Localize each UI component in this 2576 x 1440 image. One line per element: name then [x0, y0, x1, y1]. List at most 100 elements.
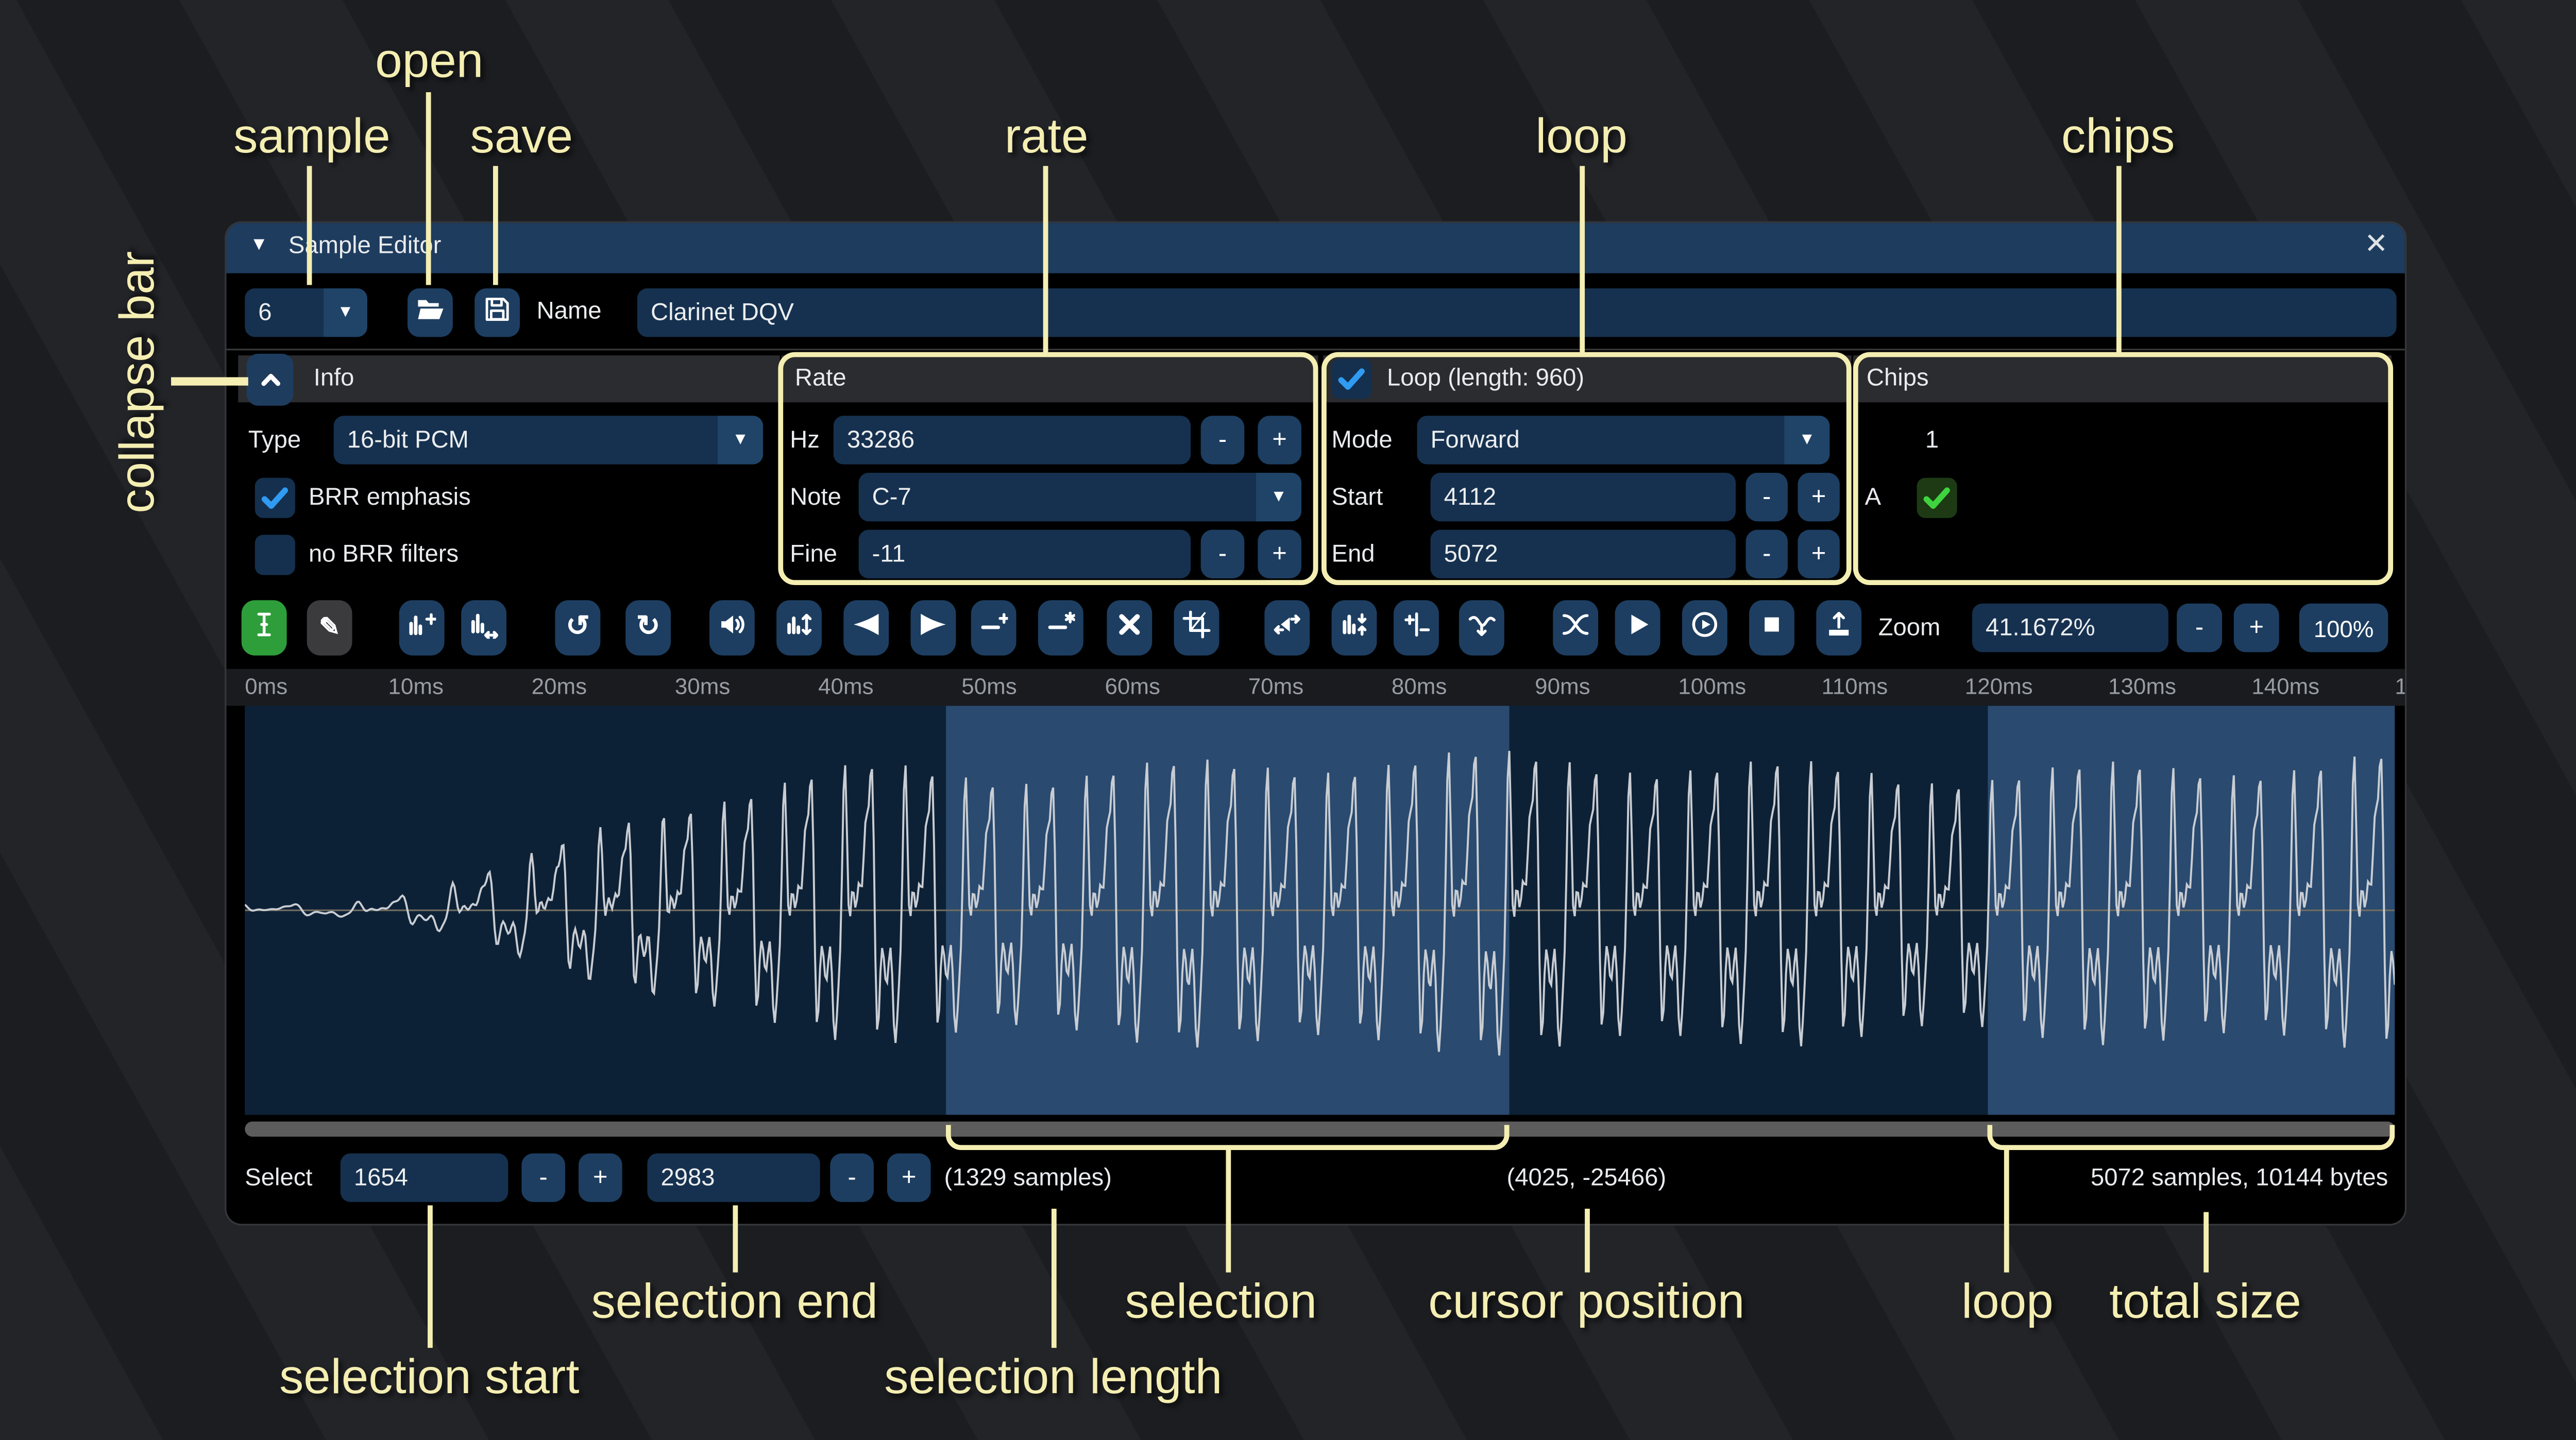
ruler-tick-label: 10ms [388, 674, 443, 699]
plus-icon: + [1272, 426, 1287, 454]
chip-enable-checkbox[interactable] [1917, 477, 1957, 517]
screenshot-stage: ▼ Sample Editor ✕ 6 ▼ Name Info [0, 0, 2576, 1440]
preview-selection-button[interactable] [1682, 600, 1727, 655]
zoom-out-button[interactable]: - [2177, 604, 2222, 652]
selection-end-minus-button[interactable]: - [830, 1154, 874, 1202]
chevron-down-icon[interactable]: ▼ [324, 288, 367, 337]
chevron-down-icon[interactable]: ▼ [718, 416, 763, 464]
zoom-reset-button[interactable]: 100% [2299, 604, 2388, 652]
redo-button[interactable]: ↻ [625, 600, 671, 655]
loop-start-plus-button[interactable]: + [1798, 473, 1839, 521]
minus-icon: - [1762, 540, 1771, 568]
loop-start-minus-button[interactable]: - [1746, 473, 1788, 521]
loop-mode-dropdown[interactable]: Forward ▼ [1417, 416, 1830, 464]
open-sample-button[interactable] [408, 288, 453, 337]
amplify-button[interactable] [709, 600, 755, 655]
wave-plus-icon [408, 609, 436, 646]
collapse-bar-button[interactable] [246, 354, 293, 406]
save-sample-button[interactable] [474, 288, 520, 337]
zoom-label: Zoom [1878, 614, 1941, 641]
hz-input[interactable] [834, 416, 1191, 464]
close-icon[interactable]: ✕ [2364, 228, 2388, 262]
zoom-input[interactable] [1972, 604, 2168, 652]
annotation-chips-label: chips [2061, 111, 2175, 166]
sample-editor-window: ▼ Sample Editor ✕ 6 ▼ Name Info [226, 223, 2404, 1224]
selection-start-plus-button[interactable]: + [579, 1154, 622, 1202]
type-dropdown[interactable]: 16-bit PCM ▼ [334, 416, 763, 464]
plus-icon: + [1811, 540, 1826, 568]
export-button[interactable] [1816, 600, 1861, 655]
resize-button[interactable] [399, 600, 445, 655]
apply-silence-button[interactable] [1038, 600, 1083, 655]
note-dropdown[interactable]: C-7 ▼ [859, 473, 1301, 521]
waveform-display[interactable] [245, 706, 2395, 1115]
crossfade-button[interactable] [1553, 600, 1598, 655]
plus-icon: + [902, 1163, 917, 1192]
edit-mode-draw-button[interactable]: ✎ [307, 600, 352, 655]
fine-minus-button[interactable]: - [1201, 530, 1245, 578]
loop-start-input[interactable] [1431, 473, 1736, 521]
normalize-button[interactable] [776, 600, 822, 655]
annotation-total-size-label: total size [2109, 1276, 2301, 1331]
loop-end-input[interactable] [1431, 530, 1736, 578]
loop-header-label: Loop (length: 960) [1387, 366, 1584, 392]
resample-button[interactable] [461, 600, 506, 655]
minus-icon: - [1218, 426, 1227, 454]
minus-icon: - [1218, 540, 1227, 568]
insert-silence-button[interactable] [971, 600, 1016, 655]
loop-start-label: Start [1332, 484, 1383, 510]
loop-enabled-checkbox[interactable] [1332, 359, 1372, 399]
waveform-scrollbar[interactable] [245, 1122, 2395, 1137]
stop-button[interactable] [1749, 600, 1794, 655]
fade-out-button[interactable] [911, 600, 956, 655]
delete-button[interactable] [1107, 600, 1152, 655]
loop-end-plus-button[interactable]: + [1798, 530, 1839, 578]
pencil-icon: ✎ [319, 613, 340, 643]
annotation-loop-label: loop [1535, 111, 1627, 166]
sample-name-input[interactable] [637, 288, 2397, 337]
hz-plus-button[interactable]: + [1258, 416, 1301, 464]
window-titlebar[interactable]: ▼ Sample Editor ✕ [226, 223, 2404, 273]
ruler-tick-label: 130ms [2108, 674, 2176, 699]
selection-start-minus-button[interactable]: - [521, 1154, 565, 1202]
total-size-status: 5072 samples, 10144 bytes [1904, 1164, 2388, 1191]
ruler-tick-label: 50ms [961, 674, 1016, 699]
fade-in-button[interactable] [843, 600, 889, 655]
window-collapse-icon[interactable]: ▼ [250, 235, 268, 255]
selection-end-plus-button[interactable]: + [887, 1154, 931, 1202]
hz-minus-button[interactable]: - [1201, 416, 1245, 464]
fade-in-icon [852, 609, 880, 646]
invert-button[interactable] [1332, 600, 1377, 655]
signed-unsigned-button[interactable] [1394, 600, 1439, 655]
play-circle-icon [1690, 609, 1719, 646]
fine-label: Fine [790, 541, 837, 568]
preview-button[interactable] [1615, 600, 1660, 655]
loop-end-minus-button[interactable]: - [1746, 530, 1788, 578]
reverse-button[interactable] [1264, 600, 1310, 655]
brr-emphasis-checkbox[interactable] [255, 477, 295, 517]
no-brr-filters-checkbox[interactable] [255, 534, 295, 574]
select-label: Select [245, 1164, 312, 1191]
ruler-tick-label: 110ms [1822, 674, 1888, 699]
chevron-down-icon[interactable]: ▼ [1784, 416, 1829, 464]
hz-label: Hz [790, 426, 820, 453]
minus-icon: - [848, 1163, 856, 1192]
trim-button[interactable] [1174, 600, 1219, 655]
fine-plus-button[interactable]: + [1258, 530, 1301, 578]
fine-input[interactable] [859, 530, 1191, 578]
plus-icon: + [593, 1163, 608, 1192]
ruler-tick-label: 40ms [818, 674, 873, 699]
selection-start-input[interactable] [341, 1154, 509, 1202]
chevron-down-icon[interactable]: ▼ [1256, 473, 1301, 521]
plus-icon: + [1272, 540, 1287, 568]
time-ruler: 0ms10ms20ms30ms40ms50ms60ms70ms80ms90ms1… [226, 669, 2404, 706]
loop-panel-header: Loop (length: 960) [1323, 355, 1851, 402]
annotation-collapse-bar-label: collapse bar [111, 251, 166, 513]
apply-filter-button[interactable] [1459, 600, 1504, 655]
loop-mode-value: Forward [1431, 426, 1520, 453]
selection-end-input[interactable] [647, 1154, 820, 1202]
edit-mode-select-button[interactable] [242, 600, 287, 655]
undo-button[interactable]: ↺ [555, 600, 600, 655]
zoom-in-button[interactable]: + [2234, 604, 2279, 652]
sample-slot-dropdown[interactable]: 6 ▼ [245, 288, 367, 337]
